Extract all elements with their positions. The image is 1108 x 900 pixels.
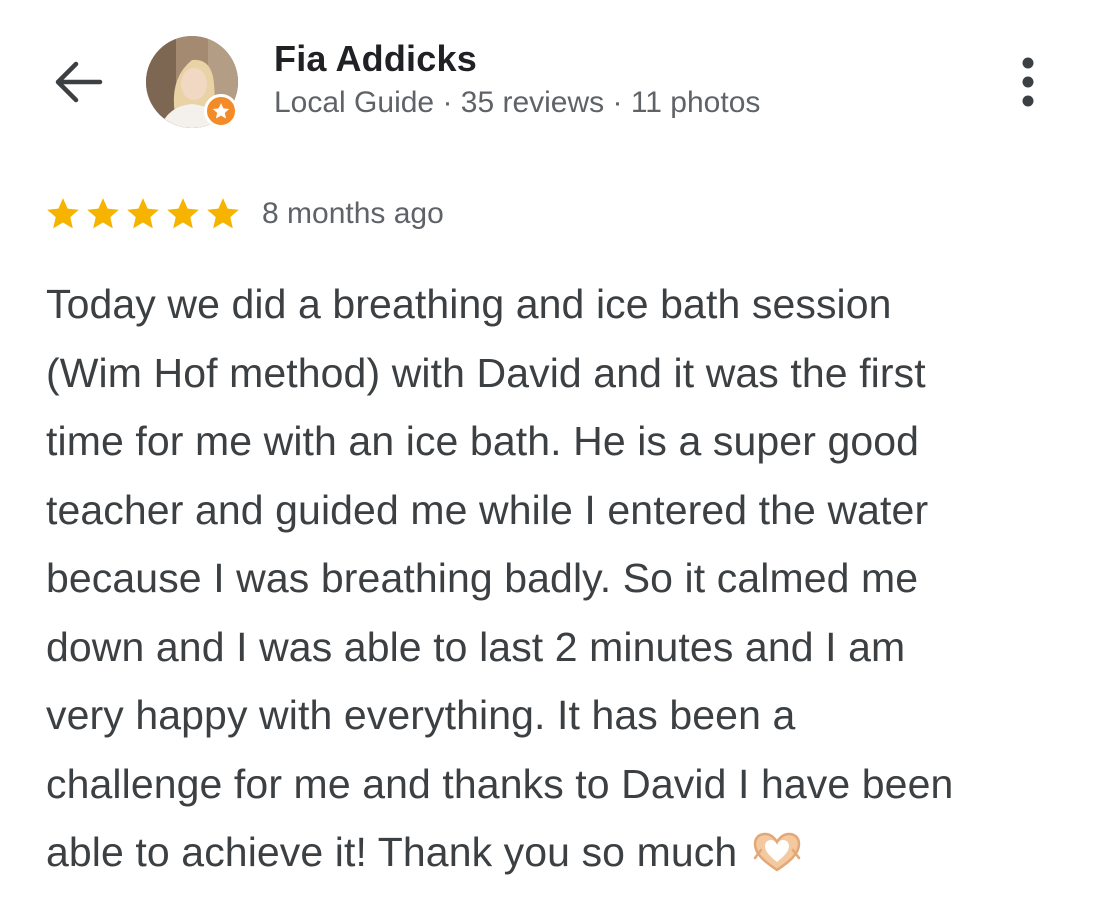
star-badge-icon — [212, 103, 230, 119]
back-button[interactable] — [50, 56, 106, 108]
heart-hands-emoji-icon — [751, 824, 803, 893]
review-time: 8 months ago — [262, 197, 444, 230]
star-icon — [87, 198, 119, 229]
review-line: Today we did a breathing and ice bath se… — [46, 281, 892, 327]
star-icon — [127, 198, 159, 229]
review-line: very happy with everything. It has been … — [46, 692, 796, 738]
star-icon — [167, 198, 199, 229]
arrow-left-icon — [55, 61, 103, 103]
review-line: down and I was able to last 2 minutes an… — [46, 623, 906, 670]
star-rating — [44, 194, 242, 234]
review-text: Today we did a breathing and ice bath se… — [46, 270, 1086, 893]
avatar[interactable] — [146, 36, 238, 128]
local-guide-badge — [204, 94, 238, 128]
review-line: teacher and guided me while I entered th… — [46, 486, 929, 533]
reviewer-name[interactable]: Fia Addicks — [274, 38, 477, 80]
review-line: challenge for me and thanks to David I h… — [46, 760, 954, 807]
reviewer-meta: Local Guide · 35 reviews · 11 photos — [274, 86, 761, 119]
review-line-last: able to achieve it! Thank you so much — [46, 818, 1086, 893]
more-vert-icon — [1022, 57, 1034, 107]
review-line: time for me with an ice bath. He is a su… — [46, 418, 920, 464]
review-line: because I was breathing badly. So it cal… — [46, 555, 919, 601]
more-options-button[interactable] — [1000, 50, 1056, 114]
review-line: (Wim Hof method) with David and it was t… — [46, 349, 926, 396]
star-icon — [207, 198, 239, 229]
star-icon — [47, 198, 79, 229]
review-line-text: able to achieve it! Thank you so much — [46, 829, 738, 875]
